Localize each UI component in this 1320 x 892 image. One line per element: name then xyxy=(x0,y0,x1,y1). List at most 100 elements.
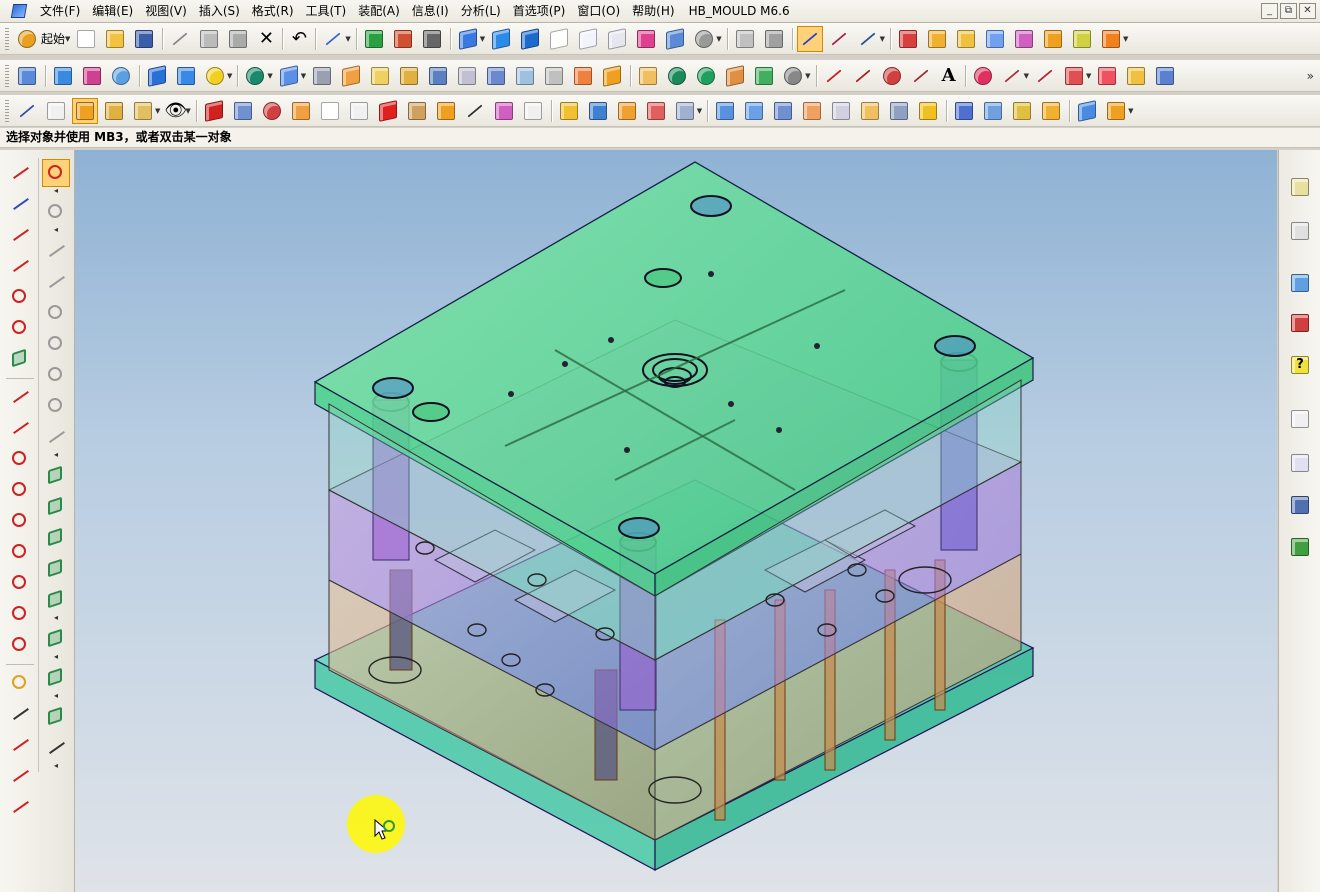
hole-dropdown-icon[interactable]: ▼ xyxy=(301,72,306,80)
mold-parts-dropdown-icon[interactable]: ▼ xyxy=(697,107,702,115)
restore-button[interactable]: ⧉ xyxy=(1280,3,1297,19)
hole-icon[interactable] xyxy=(277,64,301,88)
thicken-icon[interactable] xyxy=(521,99,545,123)
surface-extend-icon[interactable] xyxy=(43,704,69,730)
swept-icon[interactable] xyxy=(800,99,824,123)
circle-radius-icon[interactable] xyxy=(7,601,33,627)
shaded-with-edges-icon[interactable] xyxy=(456,27,480,51)
n-sided-icon[interactable] xyxy=(829,99,853,123)
point-icon[interactable] xyxy=(909,64,933,88)
line-icon[interactable] xyxy=(822,64,846,88)
shrinkage-icon[interactable] xyxy=(983,27,1007,51)
repeat-dropdown-icon[interactable]: ▼ xyxy=(345,35,350,43)
bounded-plane-icon[interactable] xyxy=(858,99,882,123)
boolean-dropdown-icon[interactable]: ▼ xyxy=(267,72,272,80)
copy-icon[interactable] xyxy=(197,27,221,51)
wcs-origin-icon[interactable] xyxy=(827,27,851,51)
snap-point-icon[interactable] xyxy=(15,99,39,123)
surface-trim-icon[interactable] xyxy=(43,626,69,652)
emboss-icon[interactable] xyxy=(513,64,537,88)
extract-curve-icon[interactable] xyxy=(1124,64,1148,88)
menu-file[interactable]: 文件(F) xyxy=(34,1,86,21)
edit-curve-icon[interactable] xyxy=(7,794,33,820)
layer-settings-icon[interactable] xyxy=(733,27,757,51)
synchronous-icon[interactable] xyxy=(405,99,429,123)
expand-arrow-icon[interactable]: ◂ xyxy=(54,692,58,700)
close-button[interactable]: ✕ xyxy=(1299,3,1316,19)
hidden-edges-icon[interactable] xyxy=(576,27,600,51)
parting-icon[interactable] xyxy=(1099,27,1123,51)
expand-arrow-icon[interactable]: ◂ xyxy=(54,614,58,622)
arc-icon[interactable] xyxy=(851,64,875,88)
start-icon[interactable] xyxy=(15,27,39,51)
menu-help[interactable]: 帮助(H) xyxy=(626,1,680,21)
shaded-icon[interactable] xyxy=(489,27,513,51)
resize-face-icon[interactable] xyxy=(347,99,371,123)
edge-blend-icon[interactable] xyxy=(636,64,660,88)
delete-icon[interactable]: ✕ xyxy=(255,27,277,51)
extrude-icon[interactable] xyxy=(51,64,75,88)
expand-arrow-icon[interactable]: ◂ xyxy=(54,451,58,459)
workpiece-icon[interactable] xyxy=(1012,27,1036,51)
circle-icon[interactable] xyxy=(880,64,904,88)
circle-point-icon[interactable] xyxy=(7,570,33,596)
tangent-line-icon[interactable] xyxy=(7,284,33,310)
save-icon[interactable] xyxy=(132,27,156,51)
circle-concentric-icon[interactable] xyxy=(7,632,33,658)
pattern-icon[interactable] xyxy=(752,64,776,88)
menu-tools[interactable]: 工具(T) xyxy=(300,1,353,21)
zoom-icon[interactable] xyxy=(420,27,444,51)
snap-existing-icon[interactable] xyxy=(43,424,69,450)
cylinder-icon[interactable] xyxy=(174,64,198,88)
patch-body-icon[interactable] xyxy=(434,99,458,123)
feature-dropdown-icon[interactable]: ▼ xyxy=(805,72,810,80)
face-blend-icon[interactable] xyxy=(1039,99,1063,123)
move-object-icon[interactable] xyxy=(202,99,226,123)
menu-assembly[interactable]: 装配(A) xyxy=(352,1,406,21)
mold-tools-icon[interactable] xyxy=(1070,27,1094,51)
rectangle-icon[interactable] xyxy=(7,346,33,372)
toolbar-overflow-icon[interactable]: » xyxy=(1307,69,1314,83)
assembly-navigator-icon[interactable] xyxy=(1287,174,1313,200)
face-analysis-icon[interactable] xyxy=(634,27,658,51)
open-folder-icon[interactable] xyxy=(103,27,127,51)
through-mesh-icon[interactable] xyxy=(771,99,795,123)
offset-region-icon[interactable] xyxy=(318,99,342,123)
menu-analysis[interactable]: 分析(L) xyxy=(455,1,507,21)
draft-icon[interactable] xyxy=(723,64,747,88)
surface-mesh-icon[interactable] xyxy=(43,587,69,613)
expand-arrow-icon[interactable]: ◂ xyxy=(54,226,58,234)
block-icon[interactable] xyxy=(145,64,169,88)
help-icon[interactable]: ? xyxy=(1287,352,1313,378)
graphics-viewport[interactable] xyxy=(75,150,1277,892)
menu-format[interactable]: 格式(R) xyxy=(246,1,300,21)
split-curve-icon[interactable] xyxy=(7,763,33,789)
partial-shaded-icon[interactable] xyxy=(663,27,687,51)
curve-dropdown-icon[interactable]: ▼ xyxy=(1024,72,1029,80)
intersection-curve-icon[interactable] xyxy=(1095,64,1119,88)
menu-window[interactable]: 窗口(O) xyxy=(571,1,626,21)
perpendicular-line-icon[interactable] xyxy=(7,253,33,279)
helix-icon[interactable] xyxy=(1000,64,1024,88)
part-navigator-icon[interactable] xyxy=(1287,218,1313,244)
standard-part-icon[interactable] xyxy=(586,99,610,123)
shell-icon[interactable] xyxy=(694,64,718,88)
toolbar-grip[interactable] xyxy=(5,64,9,87)
toolbar-grip[interactable] xyxy=(5,27,9,50)
wcs-orient-icon[interactable] xyxy=(856,27,880,51)
roles-icon[interactable] xyxy=(1287,310,1313,336)
ruled-icon[interactable] xyxy=(742,99,766,123)
global-shaping-icon[interactable] xyxy=(1075,99,1099,123)
menu-edit[interactable]: 编辑(E) xyxy=(86,1,139,21)
orient-dropdown-icon[interactable]: ▼ xyxy=(716,35,721,43)
boss-icon[interactable] xyxy=(310,64,334,88)
menu-insert[interactable]: 插入(S) xyxy=(193,1,246,21)
mold-csys-icon[interactable] xyxy=(954,27,978,51)
wcs-dynamics-icon[interactable] xyxy=(796,25,823,52)
sew-icon[interactable] xyxy=(492,99,516,123)
slot-icon[interactable] xyxy=(397,64,421,88)
parallel-line-icon[interactable] xyxy=(7,222,33,248)
layer-visible-icon[interactable] xyxy=(762,27,786,51)
wcs-dropdown-icon[interactable]: ▼ xyxy=(880,35,885,43)
split-body-icon[interactable] xyxy=(600,64,624,88)
